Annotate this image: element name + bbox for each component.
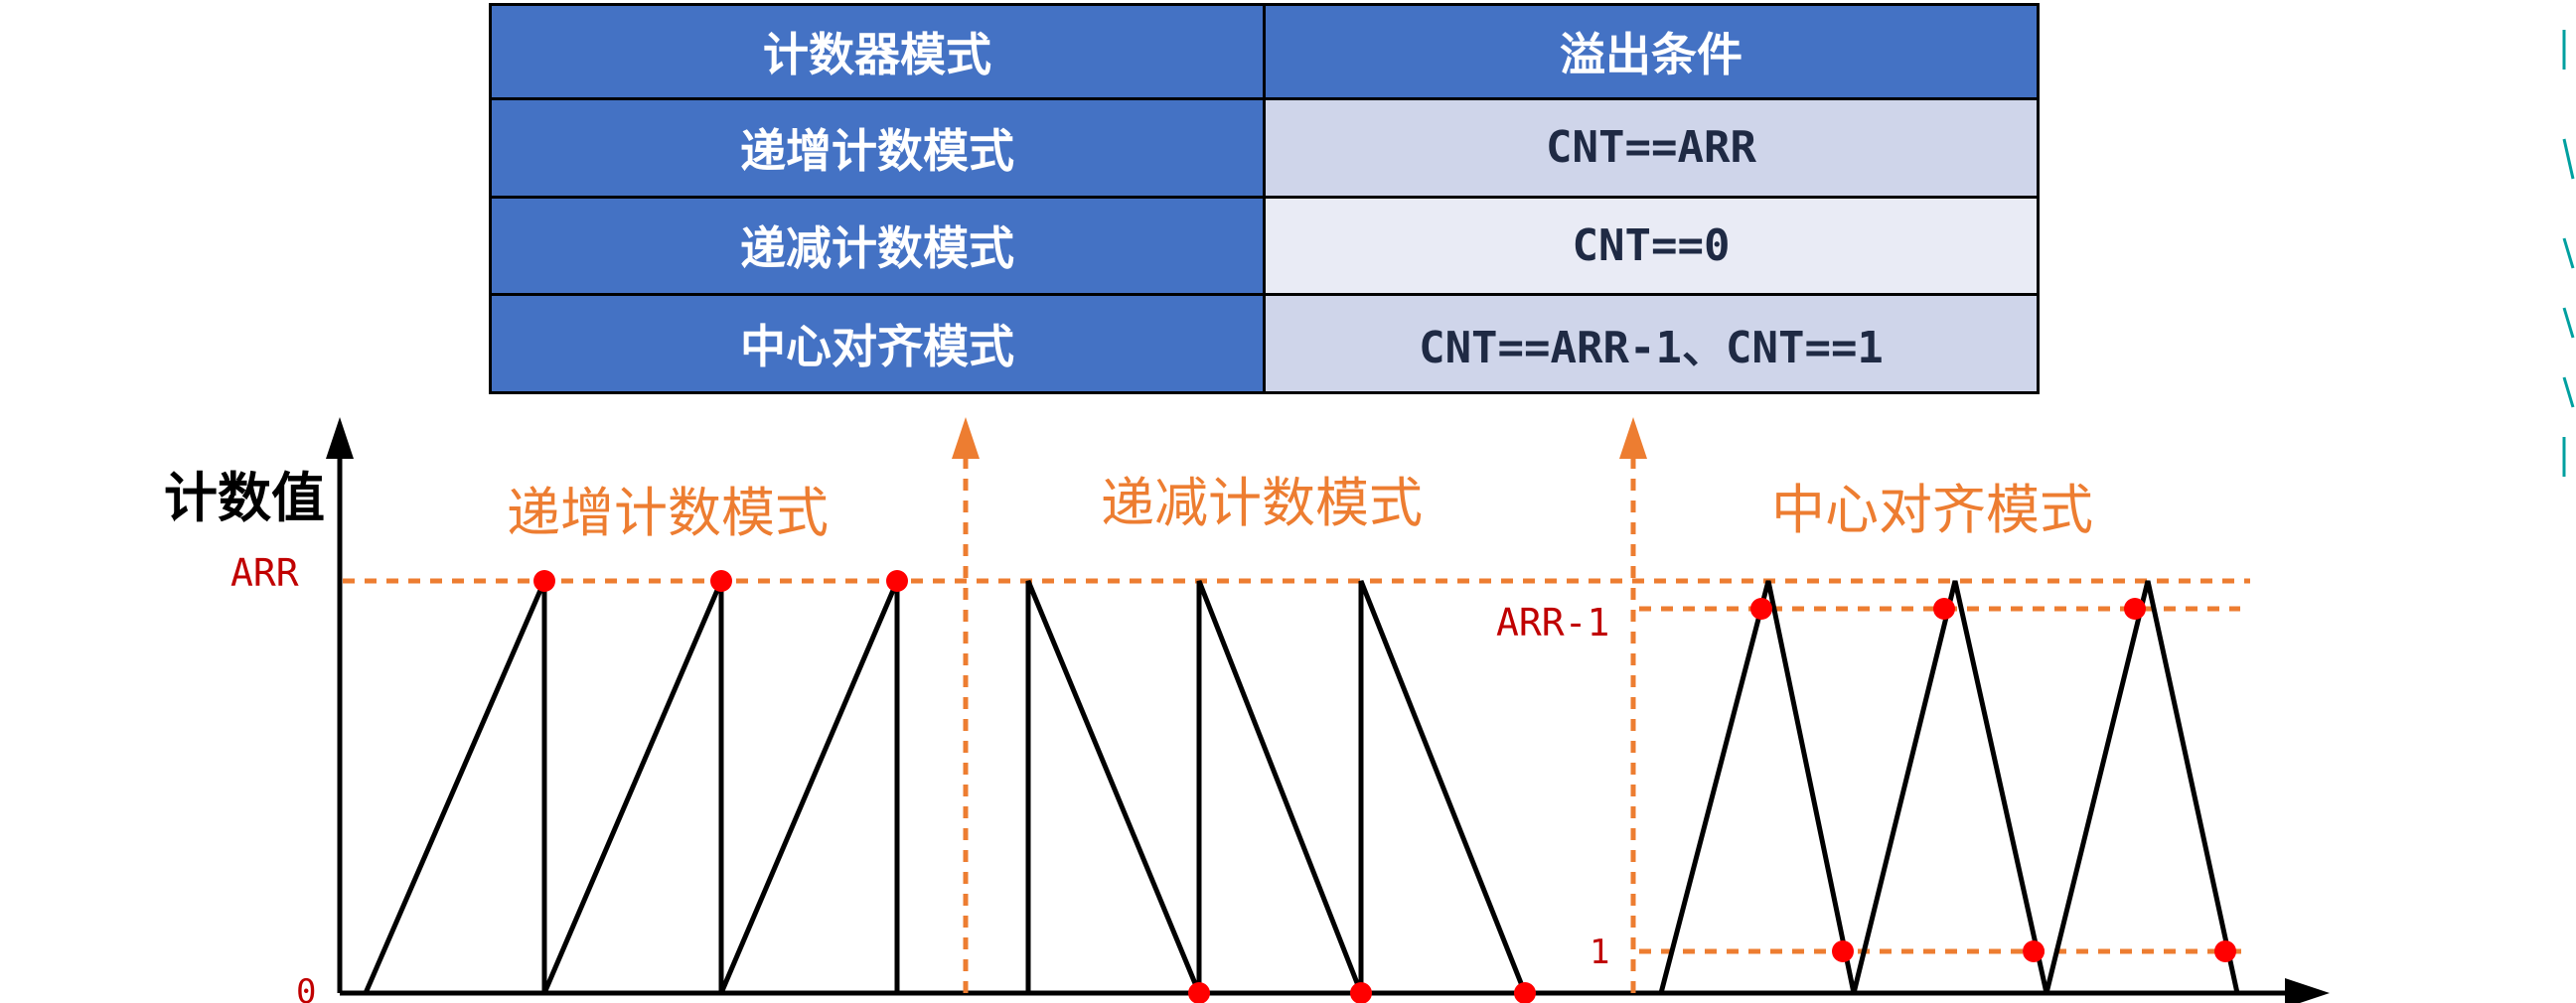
overflow-point-up-3	[886, 570, 908, 592]
overflow-point-down-2	[1350, 982, 1372, 1003]
level-label-zero: 0	[296, 972, 316, 1003]
overflow-point-center-6	[2214, 940, 2236, 962]
level-label-arr: ARR	[230, 551, 299, 595]
overflow-point-down-3	[1514, 982, 1536, 1003]
up-count-waveform	[363, 580, 900, 994]
overflow-point-up-1	[533, 570, 555, 592]
right-edge-decoration	[2561, 0, 2576, 487]
down-count-waveform	[1025, 580, 1528, 994]
overflow-point-center-5	[2023, 940, 2045, 962]
y-axis-label: 计数值	[164, 466, 325, 529]
y-axis-arrowhead	[326, 417, 354, 459]
overflow-point-up-2	[710, 570, 732, 592]
overflow-point-down-1	[1188, 982, 1210, 1003]
overflow-point-center-3	[2124, 598, 2146, 620]
section-title-down: 递减计数模式	[1101, 472, 1423, 534]
section-divider-2-arrowhead	[1619, 417, 1647, 459]
section-divider-1-arrowhead	[952, 417, 980, 459]
section-title-center: 中心对齐模式	[1771, 479, 2093, 541]
center-aligned-waveform	[1658, 580, 2240, 994]
level-label-one: 1	[1590, 932, 1609, 972]
section-title-up: 递增计数模式	[507, 482, 829, 544]
x-axis-arrowhead	[2285, 978, 2330, 1003]
level-label-arr-minus-1: ARR-1	[1496, 601, 1609, 645]
overflow-point-center-4	[1832, 940, 1854, 962]
right-edge-marks	[2562, 30, 2575, 477]
overflow-point-center-1	[1750, 598, 1772, 620]
counter-waveform-diagram: 计数值 ARR 0 ARR-1 1 递增计数模式 递减计数模式 中心对齐模式	[164, 417, 2330, 1003]
overflow-point-center-2	[1933, 598, 1955, 620]
